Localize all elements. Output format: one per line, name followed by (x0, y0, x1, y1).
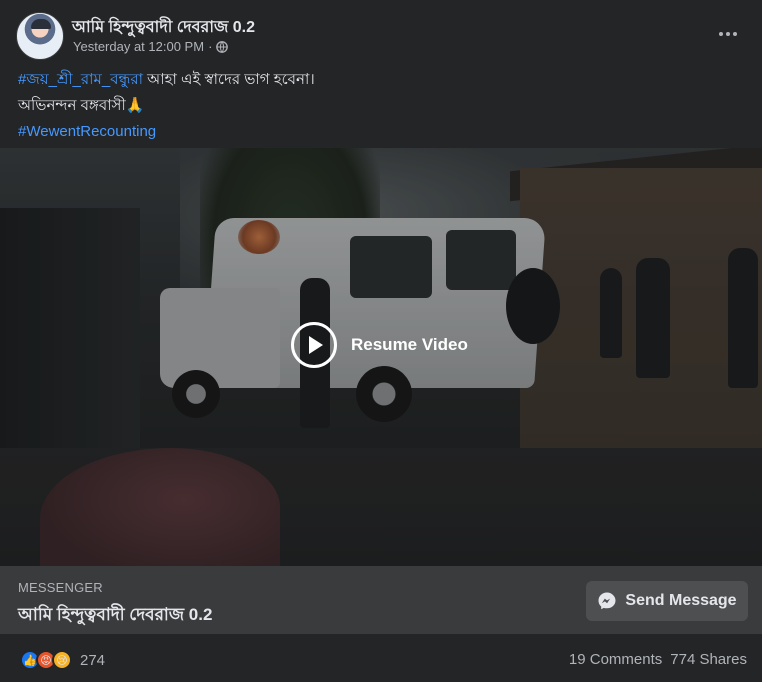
post-text-fragment: আহা এই স্বাদের ভাগ হবেনা। (143, 71, 315, 88)
avatar[interactable] (16, 12, 64, 60)
post-text-line-1: #জয়_শ্রী_রাম_বন্ধুরা আহা এই স্বাদের ভাগ… (18, 67, 315, 93)
sad-icon: 😢 (52, 650, 72, 670)
post-text: #জয়_শ্রী_রাম_বন্ধুরা আহা এই স্বাদের ভাগ… (18, 67, 315, 145)
engagement-counts: 19 Comments 774 Shares (569, 651, 747, 668)
reaction-count: 274 (80, 651, 106, 669)
send-message-label: Send Message (625, 592, 737, 609)
hashtag-link-recounting[interactable]: #WewentRecounting (18, 123, 156, 140)
send-message-button[interactable]: Send Message (586, 581, 748, 621)
comments-count[interactable]: 19 Comments (569, 651, 662, 668)
post-header: আমি হিন্দুত্ববাদী দেবরাজ 0.2 Yesterday a… (16, 12, 746, 60)
messenger-icon (598, 592, 616, 610)
reactions-summary[interactable]: 👍 😡 😢 274 (20, 650, 105, 670)
resume-video-button[interactable]: Resume Video (291, 322, 468, 368)
resume-video-label: Resume Video (351, 335, 468, 354)
play-icon[interactable] (291, 322, 337, 368)
more-options-icon[interactable] (710, 16, 746, 52)
author-name[interactable]: আমি হিন্দুত্ববাদী দেবরাজ 0.2 (72, 14, 255, 41)
messenger-bar: MESSENGER আমি হিন্দুত্ববাদী দেবরাজ 0.2 S… (0, 566, 762, 634)
messenger-label: MESSENGER (18, 580, 103, 595)
post-meta: Yesterday at 12:00 PM · (73, 39, 229, 54)
feed-post: আমি হিন্দুত্ববাদী দেবরাজ 0.2 Yesterday a… (0, 0, 762, 682)
shares-count[interactable]: 774 Shares (670, 651, 747, 668)
video-player[interactable]: Resume Video (0, 148, 762, 566)
post-footer: 👍 😡 😢 274 19 Comments 774 Shares (0, 634, 762, 682)
hashtag-link[interactable]: #জয়_শ্রী_রাম_বন্ধুরা (18, 71, 143, 88)
messenger-page-name: আমি হিন্দুত্ববাদী দেবরাজ 0.2 (18, 605, 213, 624)
meta-separator: · (208, 39, 213, 54)
timestamp[interactable]: Yesterday at 12:00 PM (73, 39, 204, 54)
post-text-line-2: অভিনন্দন বঙ্গবাসী🙏 (18, 97, 145, 114)
globe-icon (216, 40, 229, 53)
